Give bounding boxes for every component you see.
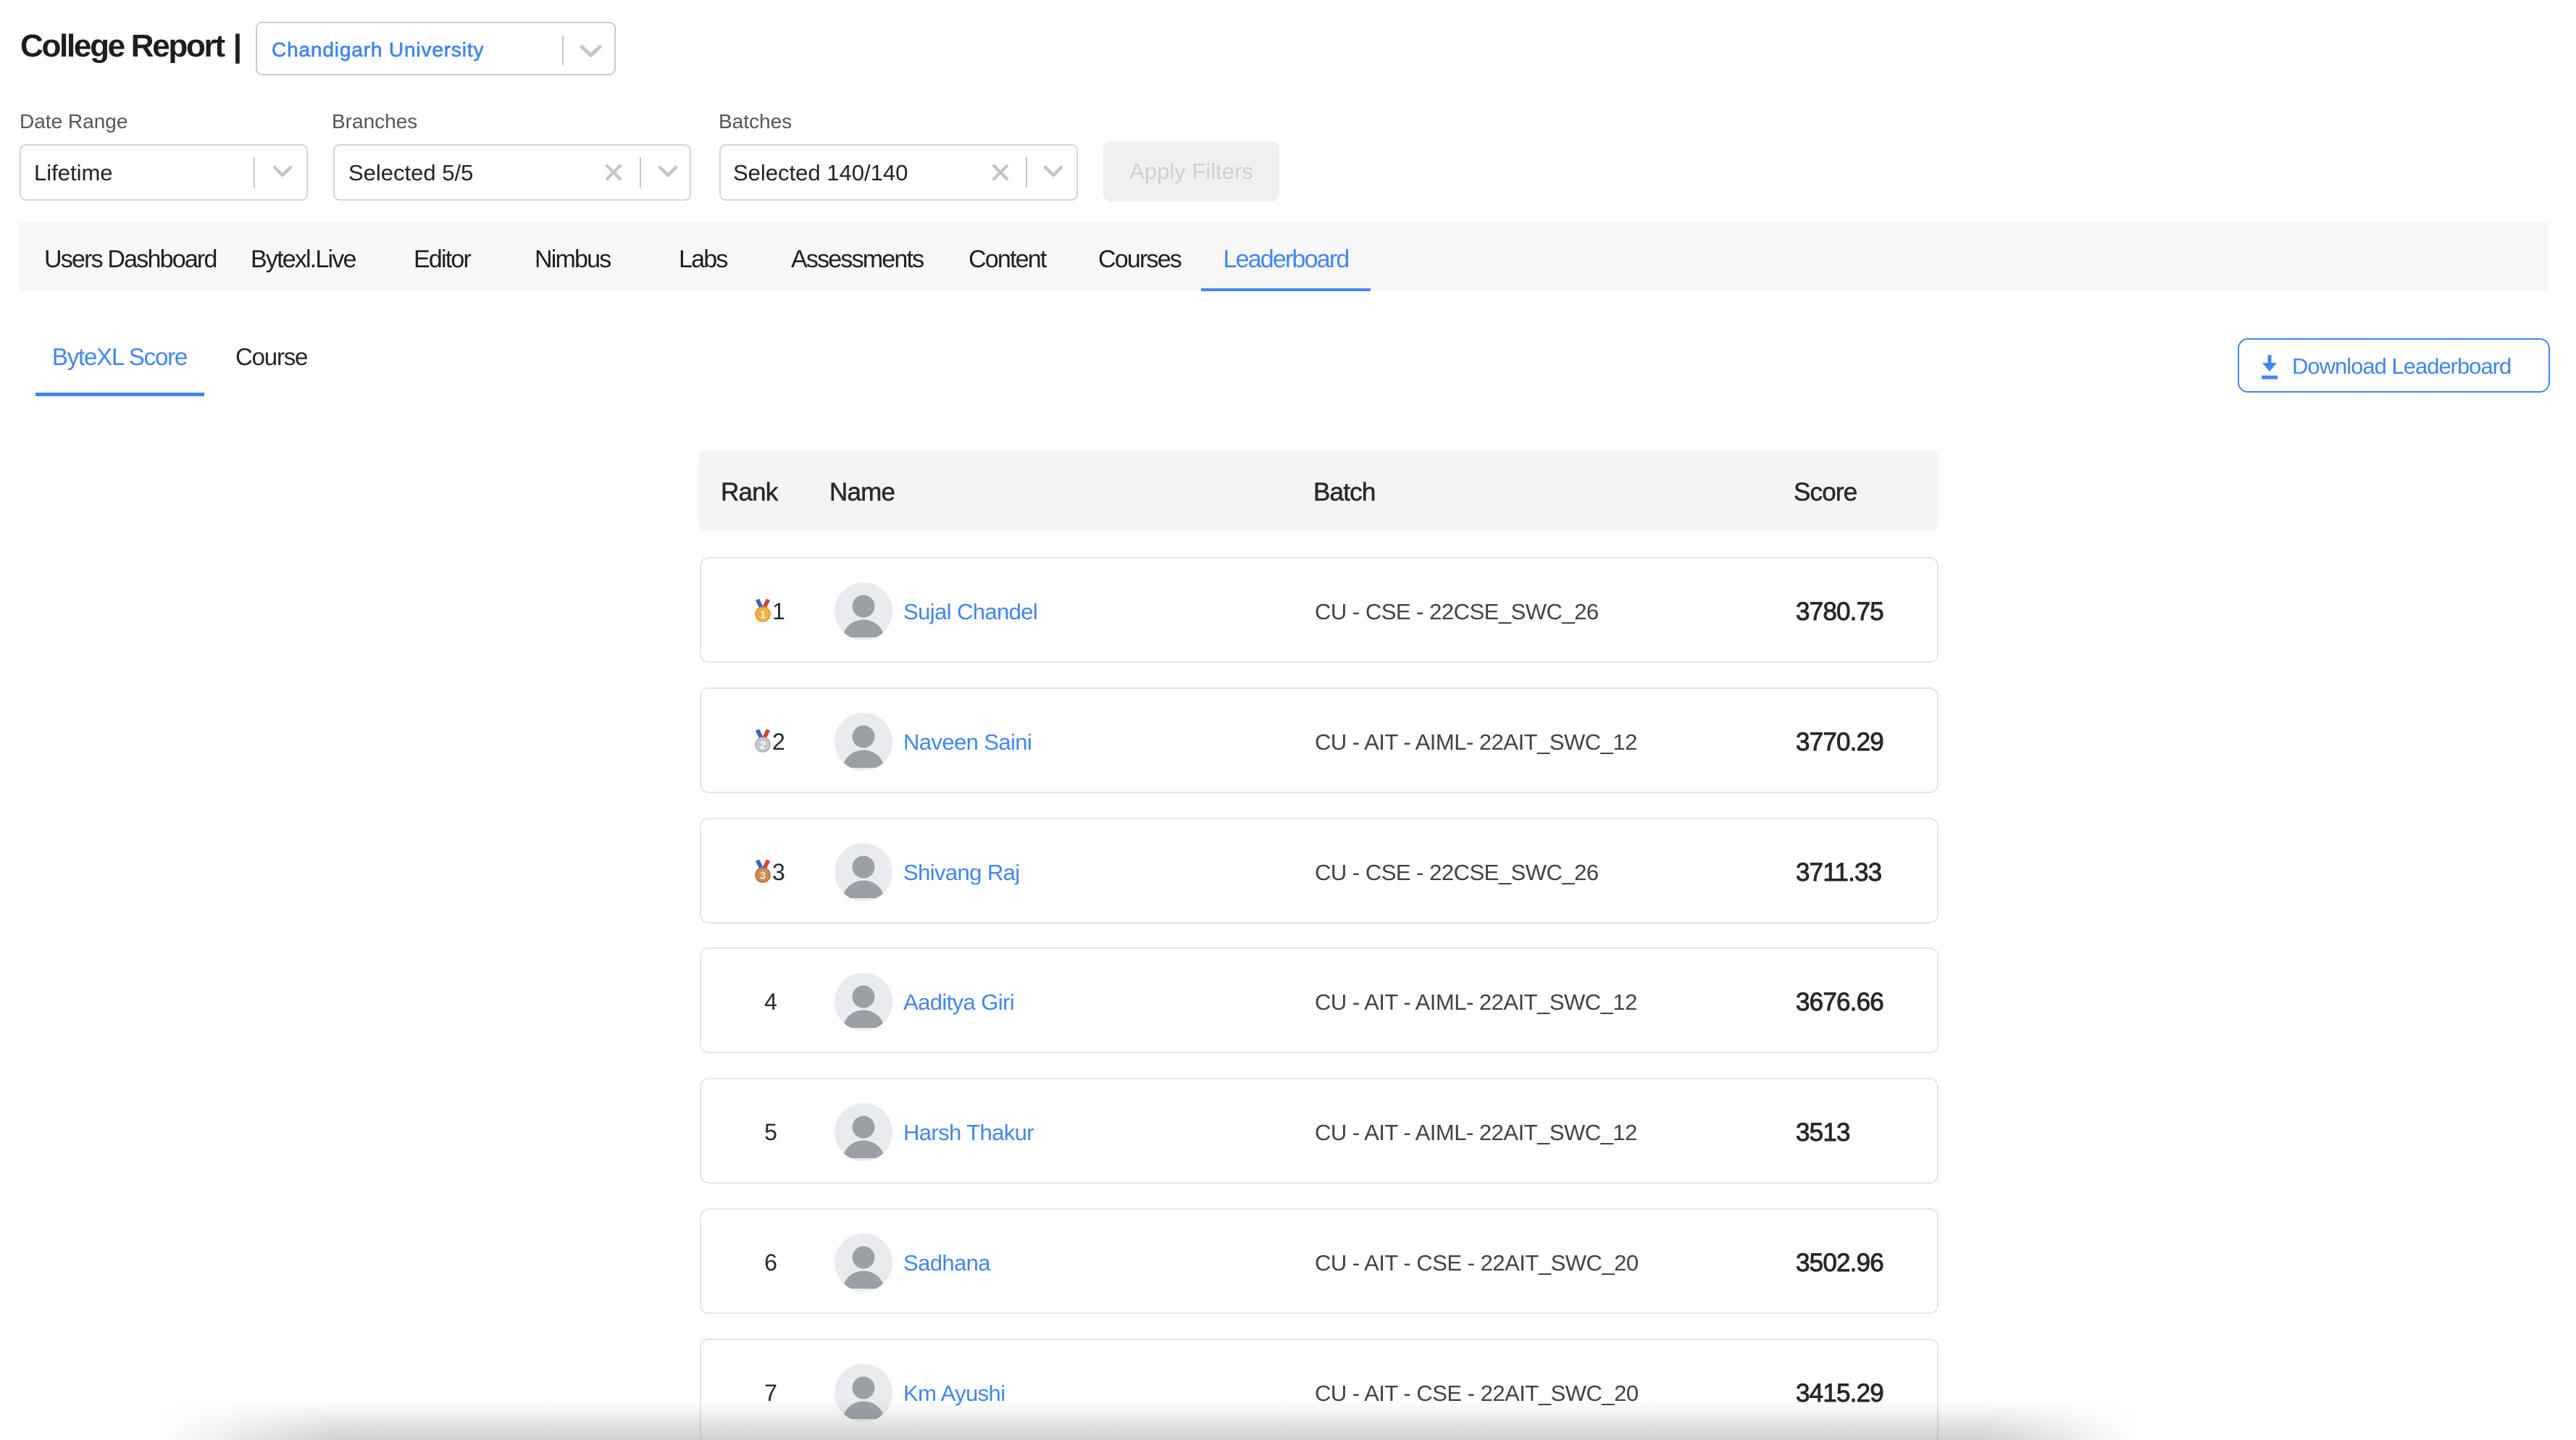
- svg-text:2: 2: [760, 740, 766, 752]
- svg-text:3: 3: [760, 871, 766, 882]
- svg-text:1: 1: [760, 610, 766, 621]
